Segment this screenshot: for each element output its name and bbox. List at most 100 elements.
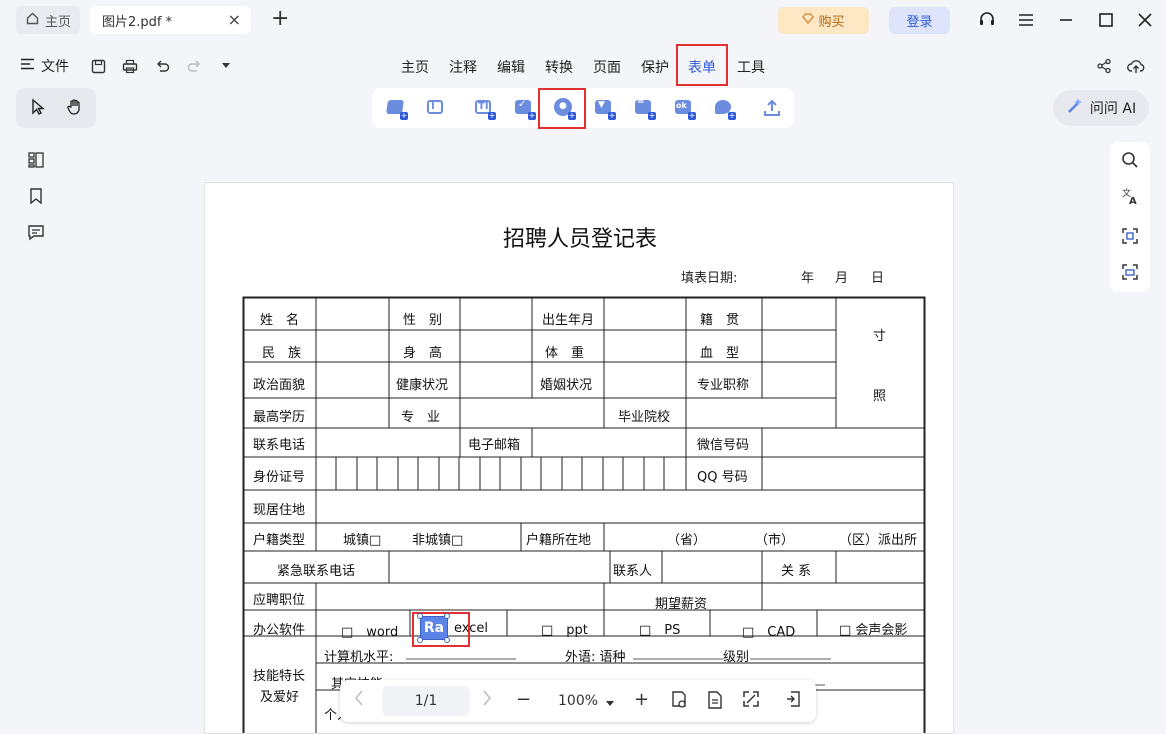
menu-annotate[interactable]: 注释 [449, 57, 477, 77]
menu-page[interactable]: 页面 [593, 57, 621, 77]
dropdown-caret-icon[interactable] [216, 56, 236, 76]
label-office-software: 办公软件 [253, 623, 306, 638]
label-hukou-place: 户籍所在地 [526, 533, 592, 548]
option-ps[interactable]: □ PS [639, 619, 680, 638]
label-grade: 级别 [723, 650, 750, 665]
screenshot-icon[interactable] [1120, 262, 1140, 282]
tab-document[interactable]: 图片2.pdf * × [90, 6, 251, 34]
label-school: 毕业院校 [618, 410, 671, 425]
label-province: （省） [667, 533, 707, 548]
dropdown-icon[interactable]: ▼ + [594, 98, 616, 120]
label-language: 外语: 语种 [565, 650, 626, 665]
translate-icon[interactable]: 文A [1120, 186, 1140, 206]
search-icon[interactable] [1120, 150, 1140, 170]
option-audio[interactable]: □ 会声会影 [839, 619, 907, 638]
menu-protect[interactable]: 保护 [641, 57, 669, 77]
close-window-icon[interactable] [1133, 8, 1157, 32]
previous-page-icon[interactable] [354, 690, 364, 711]
menu-edit[interactable]: 编辑 [497, 57, 525, 77]
option-cad[interactable]: □ CAD [742, 621, 795, 640]
share-icon[interactable] [1094, 56, 1114, 76]
text-box-icon[interactable]: I [426, 98, 446, 118]
ti-icon[interactable]: TI + [474, 98, 496, 120]
upload-icon[interactable] [762, 98, 782, 118]
label-health: 健康状况 [396, 378, 449, 393]
hand-tool-icon[interactable] [66, 98, 84, 120]
file-menu[interactable]: 文件 [20, 56, 69, 76]
label-city: （市） [755, 533, 795, 548]
ok-button-icon[interactable]: ok + [674, 98, 696, 120]
login-button[interactable]: 登录 [889, 7, 950, 34]
zoom-in-button[interactable]: + [634, 690, 649, 710]
fit-page-icon[interactable] [742, 690, 760, 713]
zoom-out-button[interactable]: − [516, 690, 531, 710]
label-cun: 寸 [873, 329, 887, 344]
home-icon [26, 12, 39, 29]
label-position: 应聘职位 [253, 593, 306, 608]
label-major: 专 业 [401, 410, 441, 425]
signature-icon[interactable]: + [714, 98, 736, 120]
cursor-tools [16, 88, 96, 128]
buy-button[interactable]: 购买 [778, 7, 869, 34]
next-page-icon[interactable] [482, 690, 492, 711]
option-ppt[interactable]: □ ppt [541, 619, 588, 638]
resize-handle[interactable] [417, 637, 423, 643]
label-title-prof: 专业职称 [697, 378, 750, 393]
print-icon[interactable] [120, 56, 140, 76]
headset-icon[interactable] [975, 8, 999, 32]
right-sidebar: 文A [1110, 142, 1150, 292]
resize-handle[interactable] [417, 613, 423, 619]
label-wechat: 微信号码 [697, 438, 750, 453]
ocr-scan-icon[interactable] [1120, 226, 1140, 246]
hamburger-icon [20, 58, 35, 74]
left-sidebar [16, 142, 56, 252]
resize-handle[interactable] [444, 637, 450, 643]
pdf-page: 招聘人员登记表 填表日期: 年 月 日 姓 名 性 别 出生年月 籍 贯 寸 民… [204, 182, 954, 734]
label-idcard: 身份证号 [253, 470, 306, 485]
label-name: 姓 名 [260, 313, 300, 328]
text-field-icon[interactable]: + [386, 98, 408, 120]
label-rural: 非城镇□ [412, 533, 464, 548]
label-qq: QQ 号码 [697, 470, 748, 485]
thumbnails-icon[interactable] [26, 150, 46, 170]
option-word[interactable]: □ word [341, 621, 398, 640]
page-indicator[interactable]: 1/1 [382, 686, 470, 716]
close-tab-icon[interactable]: × [228, 10, 241, 29]
tab-home[interactable]: 主页 [16, 6, 80, 34]
label-gender: 性 别 [403, 313, 443, 328]
page-settings-icon[interactable] [670, 690, 690, 715]
label-hobbies: 及爱好 [260, 690, 300, 705]
rich-text-field[interactable]: Ra [420, 616, 448, 640]
list-box-icon[interactable]: ≡ + [634, 97, 656, 120]
checkbox-icon[interactable]: ✓ + [514, 98, 536, 120]
cloud-upload-icon[interactable] [1126, 56, 1146, 76]
single-page-view-icon[interactable] [706, 690, 724, 715]
resize-handle[interactable] [444, 613, 450, 619]
undo-icon[interactable] [152, 56, 172, 76]
menu-icon[interactable] [1014, 8, 1038, 32]
label-hukou-type: 户籍类型 [253, 533, 306, 548]
menu-form[interactable]: 表单 [688, 57, 716, 77]
select-cursor-icon[interactable] [30, 98, 46, 120]
menu-tools[interactable]: 工具 [737, 57, 765, 77]
zoom-level[interactable]: 100% [558, 691, 598, 711]
exit-fullscreen-icon[interactable] [784, 690, 802, 713]
bookmark-icon[interactable] [26, 186, 46, 206]
menu-convert[interactable]: 转换 [545, 57, 573, 77]
minimize-icon[interactable] [1054, 8, 1078, 32]
redo-icon[interactable] [184, 56, 204, 76]
new-tab-button[interactable]: + [271, 8, 289, 30]
ai-sparkle-icon [1066, 97, 1084, 119]
label-computer-level: 计算机水平: [324, 650, 394, 665]
save-icon[interactable] [88, 56, 108, 76]
label-birth: 出生年月 [542, 313, 595, 328]
label-ethnic: 民 族 [262, 346, 302, 361]
menu-home[interactable]: 主页 [401, 57, 429, 77]
zoom-dropdown-icon[interactable] [606, 692, 614, 712]
maximize-icon[interactable] [1094, 8, 1118, 32]
label-contact: 联系人 [613, 564, 653, 579]
label-native: 籍 贯 [700, 313, 740, 328]
diamond-icon [802, 13, 815, 28]
comment-icon[interactable] [26, 222, 46, 242]
ask-ai-button[interactable]: 问问 AI [1053, 90, 1149, 126]
